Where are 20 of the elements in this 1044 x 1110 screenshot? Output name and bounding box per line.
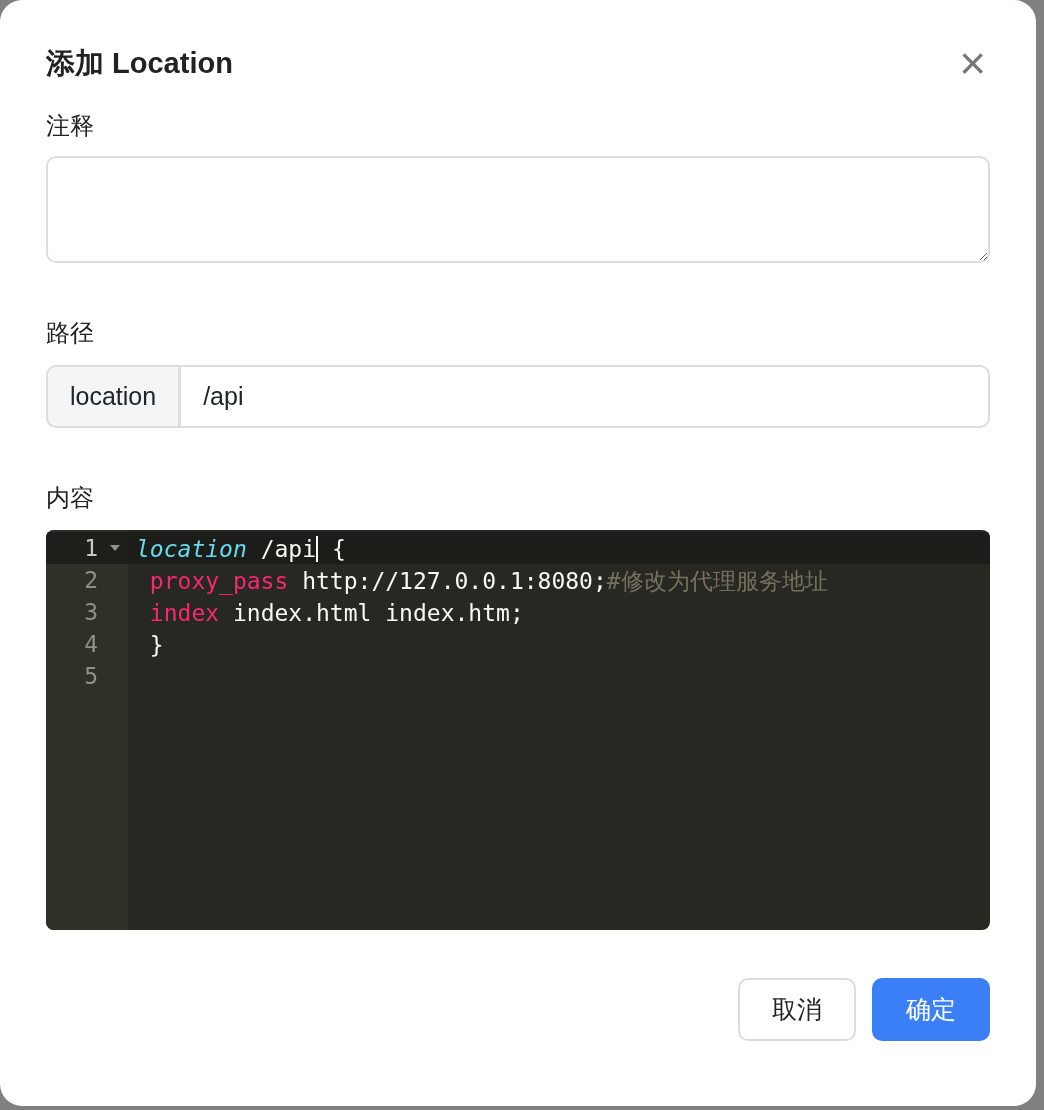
fold-caret-icon[interactable] [110, 545, 120, 551]
input-prefix: location [46, 365, 181, 428]
dialog-title: 添加 Location [46, 45, 233, 81]
code-line: index index.html index.htm; [148, 599, 524, 628]
code-editor[interactable]: 1 2 3 4 5 location /api { proxy_pass http://127.0.0.1:8080;#修改为代理服务地址 index index.html index.htm; } [46, 530, 990, 930]
confirm-button[interactable]: 确定 [872, 978, 990, 1041]
line-number: 3 [84, 599, 98, 625]
code-line: proxy_pass http://127.0.0.1:8080;#修改为代理服务地址 [148, 567, 828, 597]
line-number: 5 [84, 663, 98, 689]
line-number: 1 [84, 535, 98, 561]
line-number: 4 [84, 631, 98, 657]
field-label: 注释 [46, 111, 94, 141]
field-label: 路径 [46, 318, 94, 348]
cancel-button[interactable]: 取消 [738, 978, 856, 1041]
path-input[interactable]: /api [179, 365, 990, 428]
code-line: location /api { [136, 535, 346, 564]
code-line: } [148, 631, 164, 660]
close-button[interactable]: × [955, 40, 990, 86]
field-label: 内容 [46, 483, 94, 513]
line-number: 2 [84, 567, 98, 593]
